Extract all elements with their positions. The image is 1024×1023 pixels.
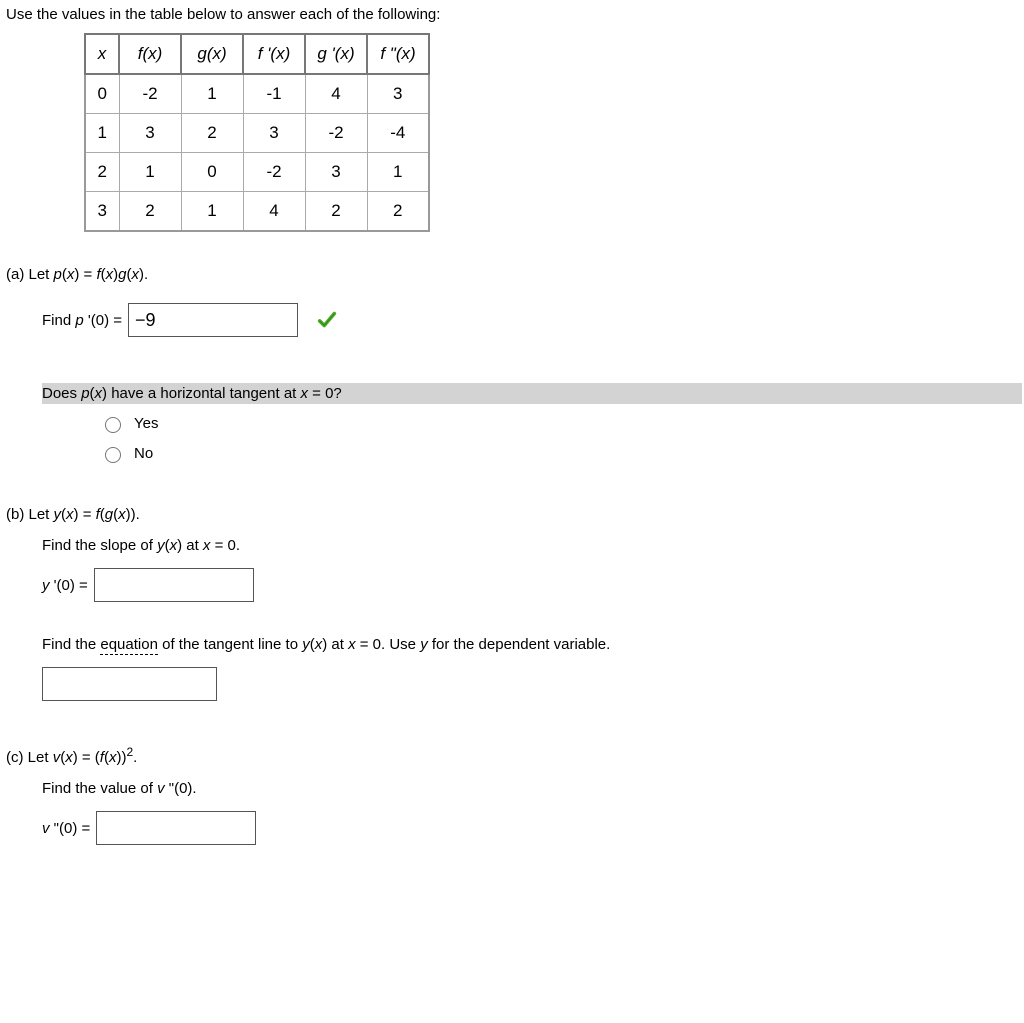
- part-c-label: (c) Let v(x) = (f(x))2.: [6, 745, 1024, 766]
- part-b-label: (b) Let y(x) = f(g(x)).: [6, 506, 1024, 523]
- function-value-table: x f(x) g(x) f '(x) g '(x) f "(x) 0 -2 1 …: [84, 33, 430, 232]
- part-b-slope-text: Find the slope of y(x) at x = 0.: [42, 537, 1024, 554]
- part-c-find-text: Find the value of v "(0).: [42, 780, 1024, 797]
- part-a-answer-line: Find p '(0) =: [42, 303, 1024, 337]
- problem-intro: Use the values in the table below to ans…: [6, 6, 1024, 23]
- correct-check-icon: [316, 309, 338, 331]
- th-fx: f(x): [119, 34, 181, 74]
- pprime0-input[interactable]: [128, 303, 298, 337]
- table-row: 2 1 0 -2 3 1: [85, 153, 429, 192]
- yprime0-label: y '(0) =: [42, 577, 88, 594]
- vdoubleprime0-label: v "(0) =: [42, 820, 90, 837]
- tangent-line-answer: [42, 667, 1024, 701]
- vdoubleprime0-input[interactable]: [96, 811, 256, 845]
- yprime0-input[interactable]: [94, 568, 254, 602]
- table-header-row: x f(x) g(x) f '(x) g '(x) f "(x): [85, 34, 429, 74]
- equation-underline: equation: [100, 636, 158, 655]
- part-a-q2: Does p(x) have a horizontal tangent at x…: [42, 383, 1022, 404]
- part-b-tangent-text: Find the equation of the tangent line to…: [42, 636, 1024, 653]
- th-gx: g(x): [181, 34, 243, 74]
- part-b: (b) Let y(x) = f(g(x)). Find the slope o…: [6, 506, 1024, 701]
- radio-no[interactable]: [105, 447, 121, 463]
- yes-no-radio-group: Yes No: [100, 408, 1024, 468]
- radio-yes[interactable]: [105, 417, 121, 433]
- part-a-label: (a) Let p(x) = f(x)g(x).: [6, 266, 1024, 283]
- find-pprime0-label: Find p '(0) =: [42, 312, 122, 329]
- tangent-line-input[interactable]: [42, 667, 217, 701]
- th-fdoubleprimex: f "(x): [367, 34, 429, 74]
- table-row: 3 2 1 4 2 2: [85, 192, 429, 232]
- vdoubleprime0-line: v "(0) =: [42, 811, 1024, 845]
- yprime0-line: y '(0) =: [42, 568, 1024, 602]
- radio-yes-label: Yes: [134, 415, 158, 432]
- th-gprimex: g '(x): [305, 34, 367, 74]
- table-row: 0 -2 1 -1 4 3: [85, 74, 429, 114]
- radio-no-label: No: [134, 445, 153, 462]
- th-fprimex: f '(x): [243, 34, 305, 74]
- part-a: (a) Let p(x) = f(x)g(x). Find p '(0) = D…: [6, 266, 1024, 468]
- part-c: (c) Let v(x) = (f(x))2. Find the value o…: [6, 745, 1024, 845]
- data-table-wrap: x f(x) g(x) f '(x) g '(x) f "(x) 0 -2 1 …: [84, 33, 1024, 232]
- table-row: 1 3 2 3 -2 -4: [85, 114, 429, 153]
- th-x: x: [85, 34, 119, 74]
